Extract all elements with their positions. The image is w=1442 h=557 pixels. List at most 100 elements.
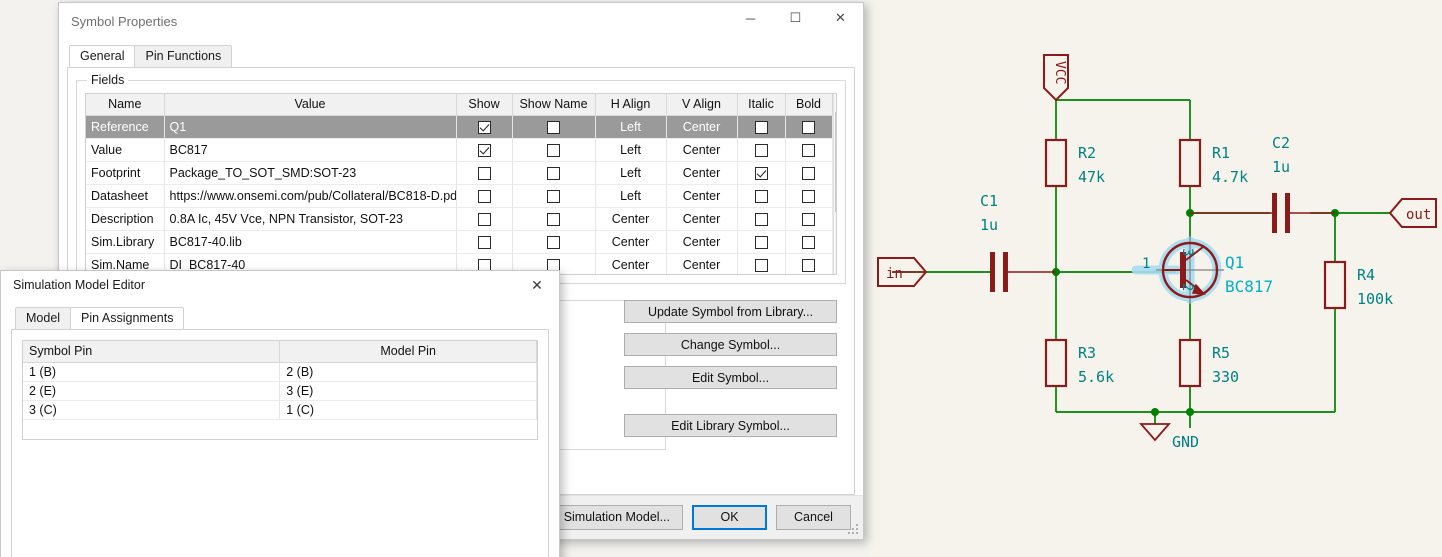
cell-bold[interactable] (785, 115, 832, 138)
cell-bold-checkbox[interactable] (802, 121, 815, 134)
fields-table[interactable]: Name Value Show Show Name H Align V Alig… (86, 94, 833, 275)
cell-show-checkbox[interactable] (478, 144, 491, 157)
fields-grid-wrapper[interactable]: Name Value Show Show Name H Align V Alig… (85, 93, 837, 275)
table-row[interactable]: Datasheethttps://www.onsemi.com/pub/Coll… (86, 184, 832, 207)
cell-bold[interactable] (785, 138, 832, 161)
col-symbol-pin[interactable]: Symbol Pin (23, 341, 280, 362)
cell-italic[interactable] (737, 207, 785, 230)
cell-show_name-checkbox[interactable] (547, 167, 560, 180)
sim-model-tabs[interactable]: Model Pin Assignments (15, 307, 183, 329)
pin-assignments-grid-wrapper[interactable]: Symbol Pin Model Pin 1 (B)2 (B)2 (E)3 (E… (22, 340, 538, 440)
cell-name[interactable]: Description (86, 207, 164, 230)
cell-h_align[interactable]: Center (595, 207, 666, 230)
symbol-properties-titlebar[interactable]: Symbol Properties ─ ☐ ✕ (59, 3, 863, 40)
cell-value[interactable]: https://www.onsemi.com/pub/Collateral/BC… (164, 184, 456, 207)
cell-italic[interactable] (737, 184, 785, 207)
cell-value[interactable]: BC817-40.lib (164, 230, 456, 253)
cell-v_align[interactable]: Center (666, 253, 737, 275)
cell-h_align[interactable]: Left (595, 161, 666, 184)
tab-general[interactable]: General (69, 45, 135, 67)
cell-value[interactable]: Q1 (164, 115, 456, 138)
cell-name[interactable]: Datasheet (86, 184, 164, 207)
cell-show_name-checkbox[interactable] (547, 144, 560, 157)
col-h-align[interactable]: H Align (595, 94, 666, 115)
cell-bold[interactable] (785, 253, 832, 275)
cell-model-pin[interactable]: 1 (C) (280, 400, 537, 419)
edit-library-symbol-button[interactable]: Edit Library Symbol... (624, 414, 837, 437)
cell-show[interactable] (456, 115, 512, 138)
cell-italic[interactable] (737, 115, 785, 138)
cell-bold-checkbox[interactable] (802, 144, 815, 157)
cell-show_name-checkbox[interactable] (547, 121, 560, 134)
close-icon[interactable]: ✕ (818, 3, 863, 33)
simulation-model-button[interactable]: Simulation Model... (551, 505, 683, 530)
cancel-button[interactable]: Cancel (776, 505, 851, 530)
cell-v_align[interactable]: Center (666, 138, 737, 161)
cell-show_name[interactable] (512, 115, 595, 138)
cell-show[interactable] (456, 138, 512, 161)
cell-v_align[interactable]: Center (666, 207, 737, 230)
cell-v_align[interactable]: Center (666, 161, 737, 184)
scroll-up-icon[interactable]: ▲ (834, 94, 838, 111)
cell-italic-checkbox[interactable] (755, 213, 768, 226)
sim-model-titlebar[interactable]: Simulation Model Editor ✕ (1, 271, 559, 299)
cell-italic-checkbox[interactable] (755, 259, 768, 272)
tab-pin-functions[interactable]: Pin Functions (134, 45, 232, 67)
resize-grip-icon[interactable] (848, 524, 860, 536)
table-row[interactable]: Sim.LibraryBC817-40.libCenterCenter (86, 230, 832, 253)
cell-bold[interactable] (785, 230, 832, 253)
col-bold[interactable]: Bold (785, 94, 832, 115)
cell-name[interactable]: Footprint (86, 161, 164, 184)
change-symbol-button[interactable]: Change Symbol... (624, 333, 837, 356)
cell-bold-checkbox[interactable] (802, 190, 815, 203)
cell-show[interactable] (456, 207, 512, 230)
cell-bold-checkbox[interactable] (802, 259, 815, 272)
scroll-down-icon[interactable]: ▼ (834, 257, 838, 274)
cell-value[interactable]: 0.8A Ic, 45V Vce, NPN Transistor, SOT-23 (164, 207, 456, 230)
col-model-pin[interactable]: Model Pin (280, 341, 537, 362)
cell-model-pin[interactable]: 3 (E) (280, 381, 537, 400)
minimize-icon[interactable]: ─ (728, 3, 773, 33)
edit-symbol-button[interactable]: Edit Symbol... (624, 366, 837, 389)
table-row[interactable]: ReferenceQ1LeftCenter (86, 115, 832, 138)
table-row[interactable]: 1 (B)2 (B) (23, 362, 537, 381)
table-row[interactable]: 2 (E)3 (E) (23, 381, 537, 400)
cell-value[interactable]: Package_TO_SOT_SMD:SOT-23 (164, 161, 456, 184)
cell-show[interactable] (456, 230, 512, 253)
cell-show_name[interactable] (512, 161, 595, 184)
cell-show[interactable] (456, 161, 512, 184)
col-value[interactable]: Value (164, 94, 456, 115)
cell-symbol-pin[interactable]: 1 (B) (23, 362, 280, 381)
col-show[interactable]: Show (456, 94, 512, 115)
cell-show-checkbox[interactable] (478, 190, 491, 203)
cell-show_name[interactable] (512, 138, 595, 161)
cell-show-checkbox[interactable] (478, 213, 491, 226)
table-row[interactable]: 3 (C)1 (C) (23, 400, 537, 419)
table-row[interactable]: FootprintPackage_TO_SOT_SMD:SOT-23 LeftCe… (86, 161, 832, 184)
col-italic[interactable]: Italic (737, 94, 785, 115)
pin-assignments-table[interactable]: Symbol Pin Model Pin 1 (B)2 (B)2 (E)3 (E… (23, 341, 537, 420)
cell-italic[interactable] (737, 230, 785, 253)
update-symbol-from-library-button[interactable]: Update Symbol from Library... (624, 300, 837, 323)
tab-pin-assignments[interactable]: Pin Assignments (70, 307, 184, 329)
cell-bold[interactable] (785, 207, 832, 230)
cell-model-pin[interactable]: 2 (B) (280, 362, 537, 381)
cell-h_align[interactable]: Center (595, 253, 666, 275)
cell-show_name-checkbox[interactable] (547, 213, 560, 226)
cell-h_align[interactable]: Center (595, 230, 666, 253)
cell-v_align[interactable]: Center (666, 115, 737, 138)
cell-italic-checkbox[interactable] (755, 167, 768, 180)
cell-name[interactable]: Value (86, 138, 164, 161)
scrollbar-thumb[interactable] (835, 112, 838, 212)
tab-model[interactable]: Model (15, 307, 71, 329)
col-name[interactable]: Name (86, 94, 164, 115)
col-v-align[interactable]: V Align (666, 94, 737, 115)
cell-show-checkbox[interactable] (478, 236, 491, 249)
simulation-model-editor-dialog[interactable]: Simulation Model Editor ✕ Model Pin Assi… (0, 270, 560, 557)
cell-italic-checkbox[interactable] (755, 144, 768, 157)
ok-button[interactable]: OK (692, 505, 767, 530)
cell-name[interactable]: Sim.Library (86, 230, 164, 253)
cell-italic-checkbox[interactable] (755, 190, 768, 203)
cell-h_align[interactable]: Left (595, 115, 666, 138)
fields-vertical-scrollbar[interactable]: ▲ ▼ (833, 94, 838, 274)
